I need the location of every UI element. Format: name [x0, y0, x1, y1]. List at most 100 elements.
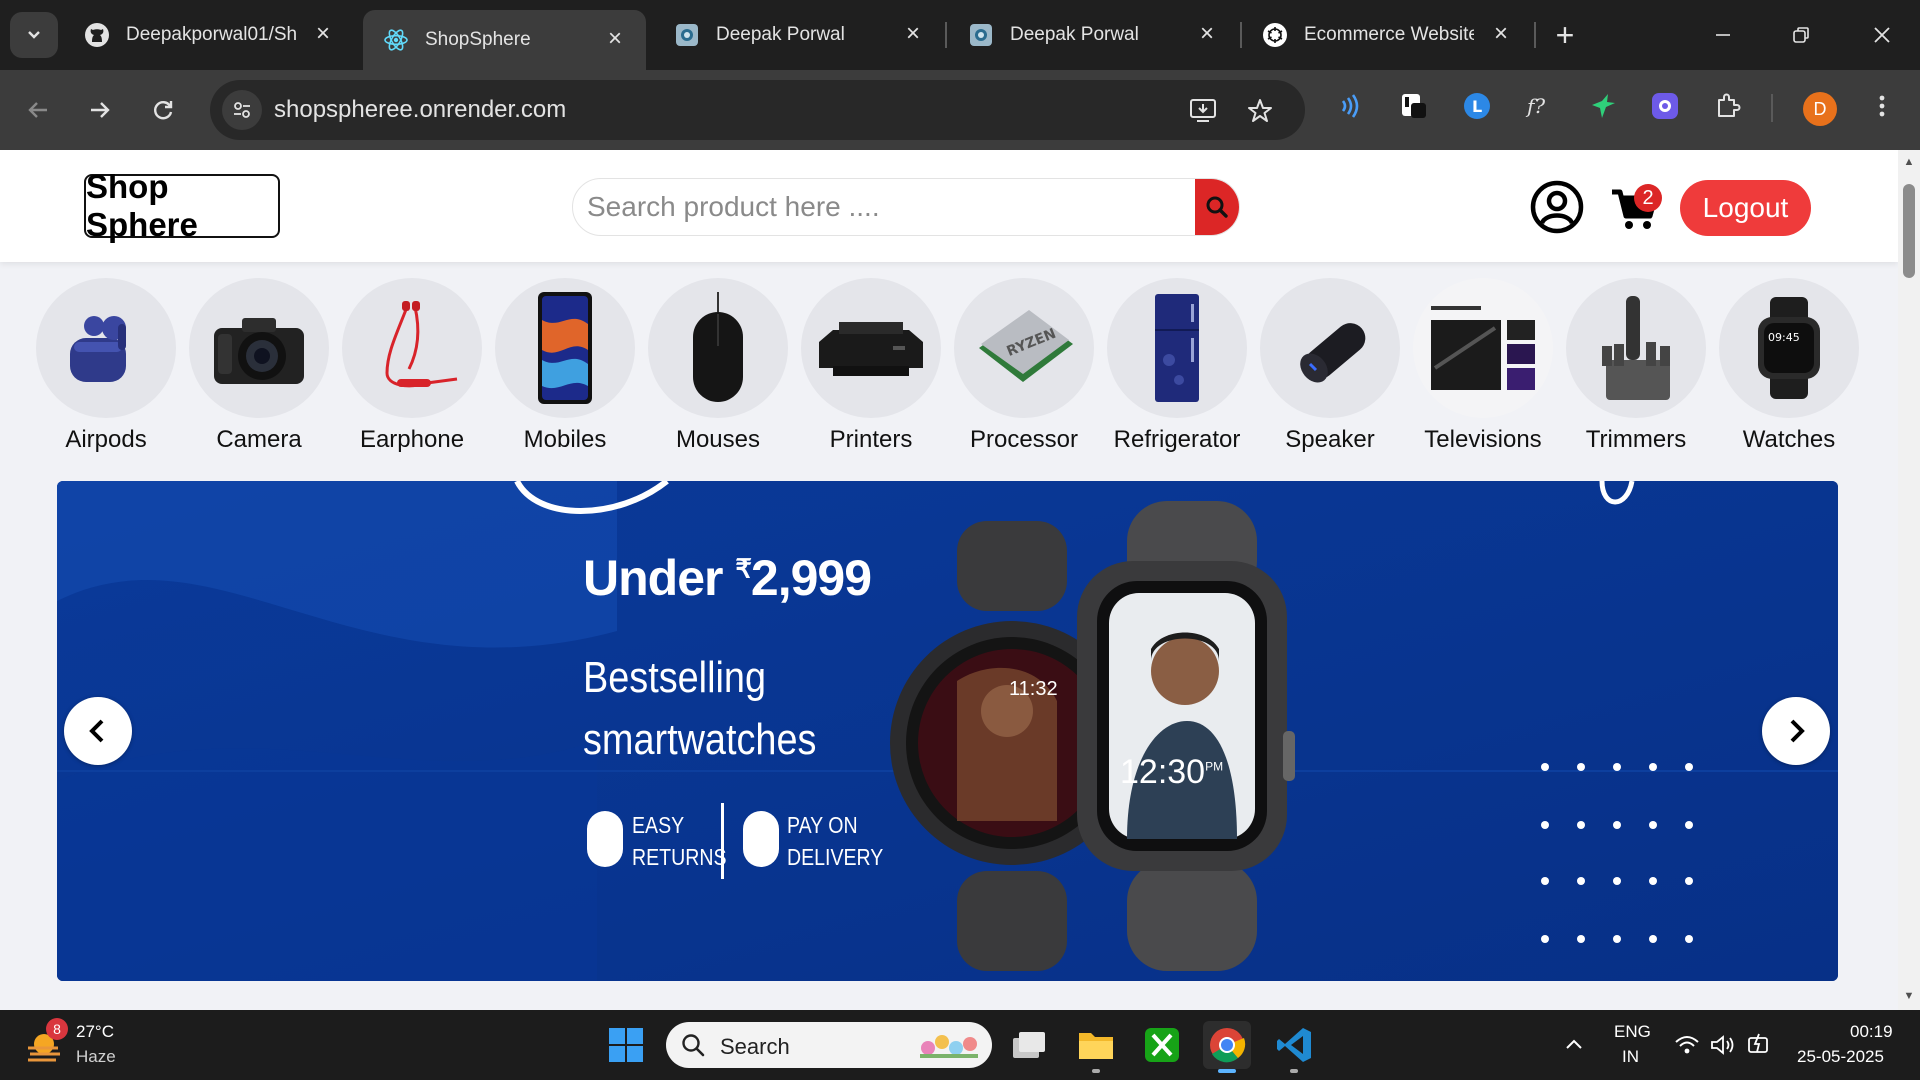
search-button[interactable]	[1195, 179, 1239, 235]
clock-date[interactable]: 25-05-2025	[1797, 1047, 1884, 1067]
restore-button[interactable]	[1781, 18, 1821, 52]
input-region[interactable]: IN	[1622, 1047, 1639, 1067]
url-text[interactable]: shopspheree.onrender.com	[274, 96, 566, 124]
running-indicator	[1092, 1069, 1100, 1073]
category-airpods[interactable]: Airpods	[36, 278, 176, 454]
previous-slide-button[interactable]	[64, 697, 132, 765]
category-label: Televisions	[1424, 426, 1542, 453]
wifi-icon[interactable]	[1674, 1034, 1700, 1056]
category-label: Printers	[829, 426, 913, 453]
category-televisions[interactable]: Televisions	[1413, 278, 1553, 454]
forward-button[interactable]	[78, 88, 122, 132]
tab-ecommerce-website[interactable]: Ecommerce Website ×	[1242, 12, 1532, 58]
reload-button[interactable]	[141, 88, 185, 132]
mouse-icon	[693, 292, 743, 402]
close-icon[interactable]: ×	[900, 20, 926, 47]
taskbar-search[interactable]: Search	[666, 1022, 992, 1068]
chevron-left-icon	[89, 719, 104, 743]
price-prefix: Under	[583, 550, 736, 606]
category-mouses[interactable]: Mouses	[648, 278, 788, 454]
address-bar[interactable]: shopspheree.onrender.com	[210, 80, 1305, 140]
xbox-app-button[interactable]	[1138, 1021, 1186, 1069]
promo-banner: Under ₹2,999 Bestselling smartwatches EA…	[57, 481, 1838, 981]
extension-bird-icon[interactable]	[1585, 88, 1621, 124]
chevron-up-icon[interactable]	[1564, 1036, 1584, 1052]
next-slide-button[interactable]	[1762, 697, 1830, 765]
menu-dots-icon[interactable]	[1864, 88, 1900, 124]
extension-formula-icon[interactable]: f?	[1522, 88, 1558, 124]
back-button[interactable]	[16, 88, 60, 132]
page-icon	[968, 22, 994, 48]
scroll-down-icon[interactable]: ▼	[1903, 990, 1915, 1002]
pay-on-delivery-icon	[743, 811, 779, 867]
close-icon[interactable]: ×	[602, 25, 628, 52]
site-logo[interactable]: Shop Sphere	[84, 168, 280, 243]
battery-charging-icon[interactable]	[1746, 1032, 1770, 1056]
minimize-icon	[1716, 34, 1730, 36]
close-icon[interactable]: ×	[1194, 20, 1220, 47]
category-trimmers[interactable]: Trimmers	[1566, 278, 1706, 454]
tab-deepak-porwal-1[interactable]: Deepak Porwal ×	[654, 12, 944, 58]
watch1-time: 11:32	[1009, 678, 1058, 700]
category-processor[interactable]: RYZEN Processor	[954, 278, 1094, 454]
category-speaker[interactable]: Speaker	[1260, 278, 1400, 454]
extension-gear-icon[interactable]	[1647, 88, 1683, 124]
browser-tab-strip: Deepakporwal01/Sh × ShopSphere × Deepak …	[0, 0, 1920, 70]
easy-returns-icon	[587, 811, 623, 867]
category-camera[interactable]: Camera	[189, 278, 329, 454]
arrow-right-icon	[91, 102, 110, 118]
user-account-icon[interactable]	[1530, 180, 1584, 234]
file-explorer-button[interactable]	[1072, 1021, 1120, 1073]
category-earphone[interactable]: Earphone	[342, 278, 482, 454]
category-watches[interactable]: 09:45 Watches	[1719, 278, 1859, 454]
easy-returns-text: EASY RETURNS	[632, 809, 726, 873]
weather-temperature[interactable]: 27°C	[76, 1022, 114, 1042]
page-scrollbar[interactable]: ▲ ▼	[1898, 150, 1920, 1010]
close-icon[interactable]: ×	[310, 20, 336, 47]
chrome-app-button[interactable]	[1203, 1021, 1251, 1073]
svg-text:f?: f?	[1525, 94, 1545, 118]
chevron-down-icon	[28, 31, 40, 39]
banner-heading: Bestselling smartwatches	[583, 647, 816, 771]
mobile-icon	[538, 292, 592, 404]
scroll-up-icon[interactable]: ▲	[1903, 156, 1915, 168]
minimize-button[interactable]	[1703, 18, 1743, 52]
trimmer-icon	[1602, 296, 1670, 400]
search-input[interactable]	[573, 179, 1197, 235]
search-icon	[682, 1034, 705, 1057]
category-refrigerator[interactable]: Refrigerator	[1107, 278, 1247, 454]
weather-notification-badge: 8	[46, 1018, 68, 1040]
install-app-icon[interactable]	[1186, 94, 1220, 128]
scrollbar-thumb[interactable]	[1903, 184, 1915, 278]
bookmark-star-icon[interactable]	[1243, 94, 1277, 128]
vscode-app-button[interactable]	[1270, 1021, 1318, 1073]
clock-time[interactable]: 00:19	[1850, 1022, 1893, 1042]
category-printers[interactable]: Printers	[801, 278, 941, 454]
new-tab-button[interactable]: +	[1548, 17, 1582, 53]
tab-title: Deepak Porwal	[716, 24, 845, 45]
extension-tab-icon[interactable]	[1396, 88, 1432, 124]
category-mobiles[interactable]: Mobiles	[495, 278, 635, 454]
input-language[interactable]: ENG	[1614, 1022, 1651, 1042]
extension-l-icon[interactable]: L	[1459, 88, 1495, 124]
tab-deepak-porwal-2[interactable]: Deepak Porwal ×	[948, 12, 1238, 58]
category-label: Airpods	[65, 426, 147, 453]
tab-search-button[interactable]	[10, 12, 58, 58]
refrigerator-icon	[1155, 294, 1199, 402]
logout-button[interactable]: Logout	[1680, 180, 1811, 236]
profile-avatar[interactable]: D	[1803, 92, 1837, 126]
weather-description[interactable]: Haze	[76, 1047, 116, 1067]
task-view-button[interactable]	[1005, 1021, 1053, 1069]
close-icon[interactable]: ×	[1488, 20, 1514, 47]
tab-title: Ecommerce Website	[1304, 24, 1474, 45]
close-window-button[interactable]	[1862, 18, 1902, 52]
volume-icon[interactable]	[1710, 1034, 1736, 1056]
site-info-icon[interactable]	[222, 90, 262, 130]
extensions-puzzle-icon[interactable]	[1710, 88, 1746, 124]
extension-wave-icon[interactable]	[1332, 88, 1368, 124]
tab-github[interactable]: Deepakporwal01/Sh ×	[64, 12, 354, 58]
start-button[interactable]	[602, 1021, 650, 1069]
processor-icon: RYZEN	[979, 310, 1073, 382]
category-label: Speaker	[1285, 426, 1375, 453]
tab-shopsphere[interactable]: ShopSphere ×	[363, 10, 646, 70]
